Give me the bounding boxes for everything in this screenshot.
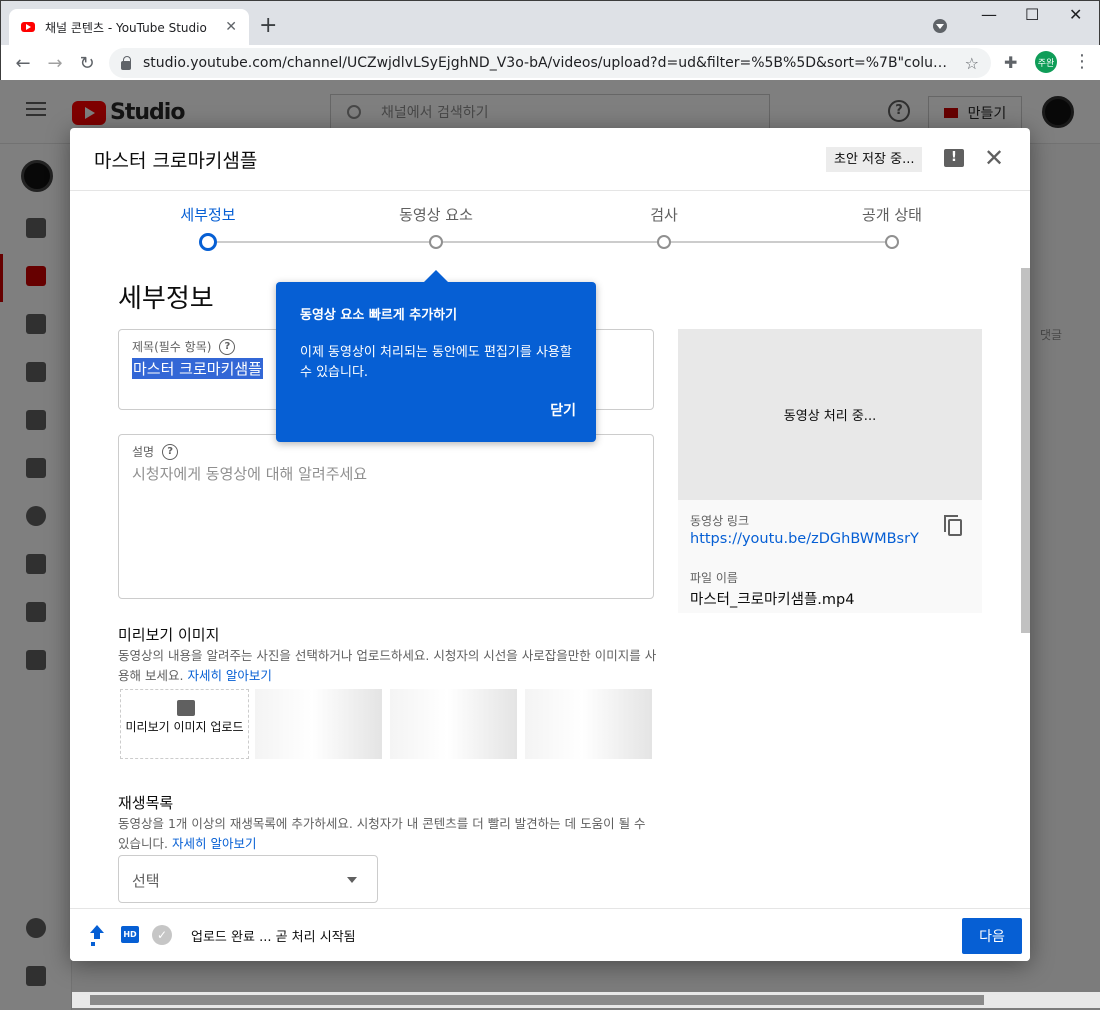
title-label-text: 제목(필수 항목) [132, 340, 212, 354]
playlist-select-value: 선택 [132, 872, 160, 890]
add-photo-icon [177, 700, 195, 716]
step-details[interactable]: 세부정보 [180, 204, 235, 225]
upload-thumbnail-label: 미리보기 이미지 업로드 [125, 720, 244, 734]
hd-icon: HD [121, 926, 139, 943]
description-field-label: 설명? [132, 443, 179, 460]
lock-icon [121, 55, 131, 70]
filename-value: 마스터_크로마키샘플.mp4 [690, 592, 855, 608]
upload-thumbnail-button[interactable]: 미리보기 이미지 업로드 [120, 689, 249, 759]
step-dot-visibility[interactable] [885, 235, 899, 249]
thumbnail-description: 동영상의 내용을 알려주는 사진을 선택하거나 업로드하세요. 시청자의 시선을… [118, 646, 658, 686]
dialog-header: 마스터 크로마키샘플 초안 저장 중... ! ✕ [70, 128, 1030, 191]
step-video-elements[interactable]: 동영상 요소 [399, 204, 473, 225]
horizontal-scrollbar[interactable] [72, 992, 1100, 1008]
video-preview: 동영상 처리 중... [678, 329, 982, 500]
check-circle-icon: ✓ [152, 925, 172, 945]
close-dialog-icon[interactable]: ✕ [984, 144, 1004, 172]
dropdown-arrow-icon [347, 877, 357, 883]
title-field-label: 제목(필수 항목)? [132, 338, 236, 355]
bookmark-star-icon[interactable]: ☆ [965, 54, 979, 73]
tab-close-icon[interactable]: ✕ [225, 19, 237, 35]
dialog-scrollbar[interactable] [1021, 268, 1030, 633]
title-input-value[interactable]: 마스터 크로마키샘플 [132, 358, 263, 379]
browser-chrome: 채널 콘텐츠 - YouTube Studio ✕ + — ☐ ✕ ← → ↻ … [0, 0, 1100, 81]
filename-label: 파일 이름 [690, 571, 738, 585]
auto-thumbnail-1[interactable] [255, 689, 382, 759]
auto-thumbnail-3[interactable] [525, 689, 652, 759]
playlist-heading: 재생목록 [118, 794, 174, 812]
step-dot-video-elements[interactable] [429, 235, 443, 249]
section-title: 세부정보 [118, 284, 214, 314]
new-tab-icon[interactable]: + [259, 13, 277, 38]
video-link-label: 동영상 링크 [690, 514, 750, 528]
video-elements-tooltip: 동영상 요소 빠르게 추가하기 이제 동영상이 처리되는 동안에도 편집기를 사… [276, 270, 596, 442]
tab-search-icon[interactable] [933, 19, 947, 33]
playlist-description: 동영상을 1개 이상의 재생목록에 추가하세요. 시청자가 내 콘텐츠를 더 빨… [118, 814, 658, 854]
browser-tab[interactable]: 채널 콘텐츠 - YouTube Studio ✕ [9, 9, 249, 45]
toolbar: ← → ↻ studio.youtube.com/channel/UCZwjdl… [1, 45, 1100, 81]
extensions-icon[interactable]: ✚ [1004, 53, 1017, 72]
copy-icon[interactable] [944, 515, 962, 536]
scrollbar-thumb[interactable] [90, 995, 984, 1005]
upload-status-text: 업로드 완료 ... 곧 처리 시작됨 [191, 930, 356, 945]
address-bar[interactable]: studio.youtube.com/channel/UCZwjdlvLSyEj… [109, 48, 991, 78]
step-dot-details[interactable] [199, 233, 217, 251]
description-field[interactable]: 설명? 시청자에게 동영상에 대해 알려주세요 [118, 434, 654, 599]
step-checks[interactable]: 검사 [650, 204, 678, 225]
tooltip-title: 동영상 요소 빠르게 추가하기 [300, 308, 458, 323]
window-close-icon[interactable]: ✕ [1069, 5, 1082, 24]
thumbnail-heading: 미리보기 이미지 [118, 626, 220, 644]
stepper: 세부정보 동영상 요소 검사 공개 상태 [70, 192, 1030, 262]
youtube-favicon-icon [21, 22, 35, 32]
playlist-learn-more-link[interactable]: 자세히 알아보기 [172, 836, 256, 851]
back-icon[interactable]: ← [7, 53, 39, 74]
next-button[interactable]: 다음 [962, 918, 1022, 954]
forward-icon[interactable]: → [39, 53, 71, 74]
feedback-icon[interactable]: ! [944, 149, 964, 167]
maximize-icon[interactable]: ☐ [1025, 5, 1039, 24]
step-visibility[interactable]: 공개 상태 [862, 204, 922, 225]
video-preview-panel: 동영상 처리 중... 동영상 링크 https://youtu.be/zDGh… [678, 329, 982, 613]
browser-menu-icon[interactable]: ⋮ [1073, 51, 1091, 72]
description-label-text: 설명 [132, 445, 155, 459]
auto-thumbnail-2[interactable] [390, 689, 517, 759]
reload-icon[interactable]: ↻ [71, 53, 103, 74]
help-icon[interactable]: ? [219, 338, 236, 355]
profile-avatar[interactable]: 주완 [1035, 51, 1057, 73]
dialog-title: 마스터 크로마키샘플 [94, 150, 258, 172]
upload-dialog: 마스터 크로마키샘플 초안 저장 중... ! ✕ 세부정보 동영상 요소 검사… [70, 128, 1030, 961]
description-placeholder: 시청자에게 동영상에 대해 알려주세요 [132, 465, 368, 483]
stepper-line [215, 241, 889, 243]
step-dot-checks[interactable] [657, 235, 671, 249]
upload-icon [90, 925, 104, 943]
draft-status-badge: 초안 저장 중... [826, 147, 923, 172]
tooltip-close-button[interactable]: 닫기 [550, 400, 576, 420]
video-link[interactable]: https://youtu.be/zDGhBWMBsrY [690, 531, 919, 547]
dialog-footer: HD ✓ 업로드 완료 ... 곧 처리 시작됨 다음 [70, 908, 1030, 961]
tooltip-body: 이제 동영상이 처리되는 동안에도 편집기를 사용할 수 있습니다. [300, 345, 572, 380]
minimize-icon[interactable]: — [981, 5, 997, 24]
playlist-select[interactable]: 선택 [118, 855, 378, 903]
url-text: studio.youtube.com/channel/UCZwjdlvLSyEj… [143, 55, 957, 71]
processing-text: 동영상 처리 중... [783, 409, 877, 424]
thumbnail-learn-more-link[interactable]: 자세히 알아보기 [187, 668, 271, 683]
help-icon[interactable]: ? [162, 443, 179, 460]
tab-title: 채널 콘텐츠 - YouTube Studio [45, 20, 207, 35]
